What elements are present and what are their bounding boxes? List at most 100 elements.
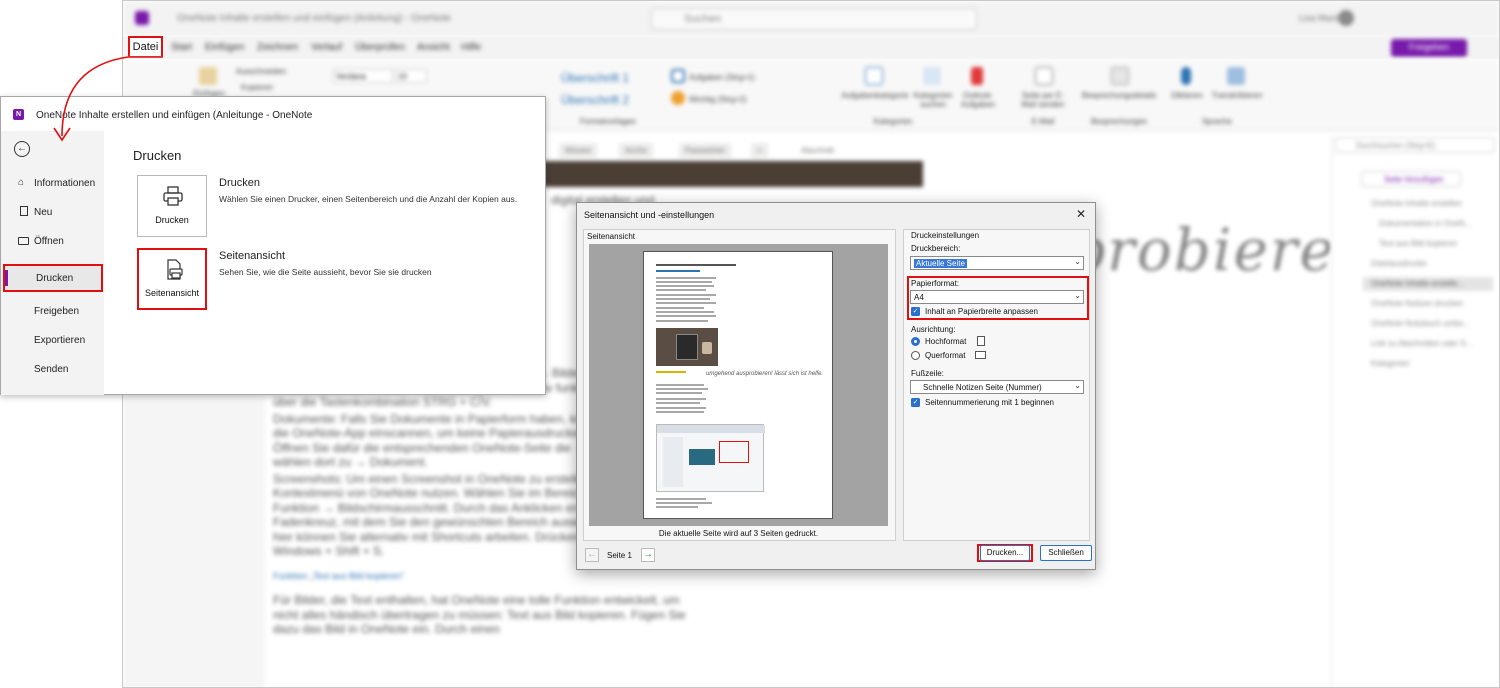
find-tags-icon xyxy=(923,67,941,85)
task-category-icon xyxy=(865,67,883,85)
section-tab-wissen[interactable]: Wissen xyxy=(559,143,598,158)
fit-width-checkbox[interactable]: ✓ xyxy=(911,307,920,316)
font-name-select[interactable]: Verdana xyxy=(333,69,393,83)
hochformat-radio[interactable] xyxy=(911,337,920,346)
style-heading-1[interactable]: Überschrift 1 xyxy=(561,71,641,85)
papierformat-label: Papierformat: xyxy=(911,279,960,288)
tag-aufgaben[interactable]: Aufgaben (Strg+1) xyxy=(689,73,779,82)
ribbon-diktieren[interactable]: Diktieren xyxy=(1167,91,1207,100)
menu-start[interactable]: Start xyxy=(171,42,192,53)
portrait-page-icon xyxy=(977,336,985,346)
nav-freigeben[interactable]: Freigeben xyxy=(1,301,104,323)
style-heading-2[interactable]: Überschrift 2 xyxy=(561,93,641,107)
ribbon-transkribieren[interactable]: Transkribieren xyxy=(1209,91,1265,100)
font-size-select[interactable]: 10 xyxy=(395,69,427,83)
close-button[interactable]: Schließen xyxy=(1040,545,1092,561)
druckbereich-select[interactable]: Aktuelle Seite ⌄ xyxy=(910,256,1084,270)
background-nav-strip xyxy=(123,397,265,687)
meeting-icon xyxy=(1111,67,1129,85)
print-button[interactable]: Drucken... xyxy=(980,545,1030,561)
background-search-input[interactable]: Suchen xyxy=(651,8,977,30)
next-page-button[interactable]: → xyxy=(641,548,655,562)
nav-senden[interactable]: Senden xyxy=(1,359,104,381)
druckbereich-value: Aktuelle Seite xyxy=(914,259,967,268)
nav-exportieren[interactable]: Exportieren xyxy=(1,330,104,352)
menu-verlauf[interactable]: Verlauf xyxy=(311,42,342,53)
ribbon-besprechungsdetails[interactable]: Besprechungsdetails xyxy=(1079,91,1159,100)
share-button-label: Freigeben xyxy=(1408,42,1450,52)
print-tile[interactable]: Drucken xyxy=(137,175,207,237)
ribbon-outlook-aufgaben[interactable]: Outlook-Aufgaben xyxy=(953,91,1003,109)
page-list-item[interactable]: Text aus Bild kopieren xyxy=(1379,239,1457,248)
page-list-item[interactable]: OneNote Notizbuch umbe... xyxy=(1371,319,1470,328)
ribbon-group-kategorien: Kategorien xyxy=(873,117,913,126)
option-drucken-title: Drucken xyxy=(219,177,260,189)
add-page-button[interactable]: Seite hinzufügen xyxy=(1361,171,1461,187)
nav-drucken[interactable]: Drucken xyxy=(3,264,103,292)
fusszeile-select[interactable]: Schnelle Notizen Seite (Nummer) ⌄ xyxy=(910,380,1084,394)
tag-wichtig[interactable]: Wichtig (Strg+2) xyxy=(689,95,779,104)
ribbon-kategorien-suchen[interactable]: Kategorien suchen xyxy=(909,91,957,109)
section-tab-passwoerter[interactable]: Passwörter xyxy=(679,143,732,158)
page-list-item[interactable]: Dokumentation in OneN... xyxy=(1379,219,1471,228)
close-icon[interactable]: ✕ xyxy=(1073,206,1089,222)
nav-senden-label: Senden xyxy=(34,364,69,375)
nav-informationen-label: Informationen xyxy=(34,178,96,189)
paste-icon[interactable] xyxy=(199,67,217,85)
page-list-item[interactable]: OneNote Notizen drucken xyxy=(1371,299,1463,308)
menu-zeichnen[interactable]: Zeichnen xyxy=(257,42,298,53)
nav-neu[interactable]: Neu xyxy=(1,202,104,224)
nav-freigeben-label: Freigeben xyxy=(34,306,80,317)
page-numbering-checkbox[interactable]: ✓ xyxy=(911,398,920,407)
page-list-item[interactable]: Kategorien xyxy=(1371,359,1410,368)
page-search-input[interactable]: Durchsuchen (Strg+E) xyxy=(1335,137,1495,153)
druckbereich-label: Druckbereich: xyxy=(911,244,961,253)
note-subheading: Funktion „Text aus Bild kopieren“ xyxy=(273,570,405,581)
print-tile-label: Drucken xyxy=(155,215,189,225)
microphone-icon xyxy=(1181,67,1191,85)
page-list-item-selected[interactable]: OneNote Inhalte erstelle... xyxy=(1363,277,1493,291)
preview-page: umgehend ausprobieren! lässt sich ist he… xyxy=(643,251,833,519)
share-button[interactable]: Freigeben xyxy=(1391,39,1467,57)
fusszeile-value: Schnelle Notizen Seite (Nummer) xyxy=(923,383,1042,392)
file-menu-nav xyxy=(1,131,104,395)
previous-page-button[interactable]: ← xyxy=(585,548,599,562)
selected-indicator xyxy=(5,270,8,286)
star-icon xyxy=(671,91,685,105)
nav-oeffnen[interactable]: Öffnen xyxy=(1,231,104,253)
transcribe-icon xyxy=(1227,67,1245,85)
ribbon-group-formatvorlagen: Formatvorlagen xyxy=(579,117,637,126)
avatar[interactable] xyxy=(1338,10,1354,26)
nav-drucken-label: Drucken xyxy=(36,273,74,284)
background-user-name: Lisa Mack xyxy=(1299,13,1340,23)
chevron-down-icon: ⌄ xyxy=(1074,291,1081,300)
papierformat-select[interactable]: A4 ⌄ xyxy=(910,290,1084,304)
menu-einfuegen[interactable]: Einfügen xyxy=(205,42,244,53)
hochformat-label: Hochformat xyxy=(925,337,967,346)
ribbon-ausschneiden-label[interactable]: Ausschneiden xyxy=(231,67,291,76)
fusszeile-label: Fußzeile: xyxy=(911,369,944,378)
page-list-item[interactable]: Dateiausdrucke xyxy=(1371,259,1427,268)
ribbon-email-senden[interactable]: Seite per E-Mail senden xyxy=(1017,91,1069,109)
option-drucken-description: Wählen Sie einen Drucker, einen Seitenbe… xyxy=(219,194,518,204)
add-section-button[interactable]: + xyxy=(751,143,768,158)
ribbon-aufgabenkategorie[interactable]: Aufgabenkategorie xyxy=(835,91,915,100)
menu-ueberpruefen[interactable]: Überprüfen xyxy=(355,42,405,53)
print-preview-tile[interactable]: Seitenansicht xyxy=(137,248,207,310)
section-tab-archiv[interactable]: Archiv xyxy=(619,143,654,158)
checkbox-tag-icon xyxy=(671,69,685,83)
back-arrow-icon[interactable]: ← xyxy=(14,141,30,157)
ribbon-kopieren-label[interactable]: Kopieren xyxy=(227,83,287,92)
new-notebook-icon xyxy=(20,206,28,216)
menu-ansicht[interactable]: Ansicht xyxy=(417,42,450,53)
querformat-radio[interactable] xyxy=(911,351,920,360)
print-settings-label: Druckeinstellungen xyxy=(911,231,980,240)
ribbon-group-besprechungen: Besprechungen xyxy=(1090,117,1148,126)
print-preview-dialog: Seitenansicht und -einstellungen ✕ Seite… xyxy=(576,202,1096,570)
page-list-item[interactable]: Link zu Abschnitten oder S... xyxy=(1371,339,1472,348)
page-list-item[interactable]: OneNote Inhalte erstellen xyxy=(1371,199,1462,208)
nav-informationen[interactable]: ⌂ Informationen xyxy=(1,173,104,195)
preview-screenshot xyxy=(656,424,765,492)
section-tab-abschnitt[interactable]: Abschnitt xyxy=(795,143,840,158)
menu-hilfe[interactable]: Hilfe xyxy=(461,42,481,53)
